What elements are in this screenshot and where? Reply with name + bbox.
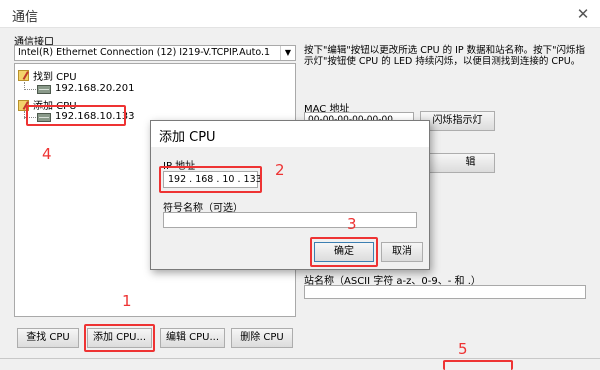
edit-button[interactable]: 辑 [420, 153, 495, 173]
highlight-box-3 [310, 237, 378, 267]
cpu-icon [37, 85, 51, 94]
interface-select[interactable]: Intel(R) Ethernet Connection (12) I219-V… [14, 45, 296, 61]
annotation-number-3: 3 [347, 215, 357, 233]
interface-select-value: Intel(R) Ethernet Connection (12) I219-V… [18, 47, 271, 58]
window-title-bar [0, 0, 600, 28]
station-name-field[interactable] [304, 285, 586, 299]
blink-led-button[interactable]: 闪烁指示灯 [420, 111, 495, 131]
highlight-box-2 [159, 166, 262, 193]
symbol-name-field[interactable] [163, 212, 417, 228]
dialog-title: 添加 CPU [159, 130, 216, 145]
highlight-box-4 [26, 105, 126, 126]
annotation-number-5: 5 [458, 340, 468, 358]
find-cpu-button[interactable]: 查找 CPU [17, 328, 79, 348]
window-title: 通信 [12, 10, 39, 25]
annotation-number-1: 1 [122, 292, 132, 310]
chevron-down-icon[interactable]: ▼ [280, 46, 295, 60]
edit-cpu-button[interactable]: 编辑 CPU... [160, 328, 225, 348]
footer-divider [0, 358, 600, 359]
description-text: 按下"编辑"按钮以更改所选 CPU 的 IP 数据和站名称。按下"闪烁指示灯"按… [304, 45, 586, 67]
cancel-button[interactable]: 取消 [381, 242, 423, 262]
tree-item-found-cpu[interactable]: 找到 CPU [33, 68, 77, 83]
annotation-number-2: 2 [275, 161, 285, 179]
add-cpu-dialog: 添加 CPU IP 地址 192 . 168 . 10 . 133 2 符号名称… [150, 120, 430, 270]
tree-item-found-ip[interactable]: 192.168.20.201 [55, 83, 135, 94]
found-folder-icon [18, 70, 29, 81]
highlight-box-5 [443, 360, 513, 370]
highlight-box-1 [84, 324, 155, 352]
close-icon[interactable]: ✕ [572, 3, 594, 25]
annotation-number-4: 4 [42, 145, 52, 163]
delete-cpu-button[interactable]: 删除 CPU [231, 328, 293, 348]
